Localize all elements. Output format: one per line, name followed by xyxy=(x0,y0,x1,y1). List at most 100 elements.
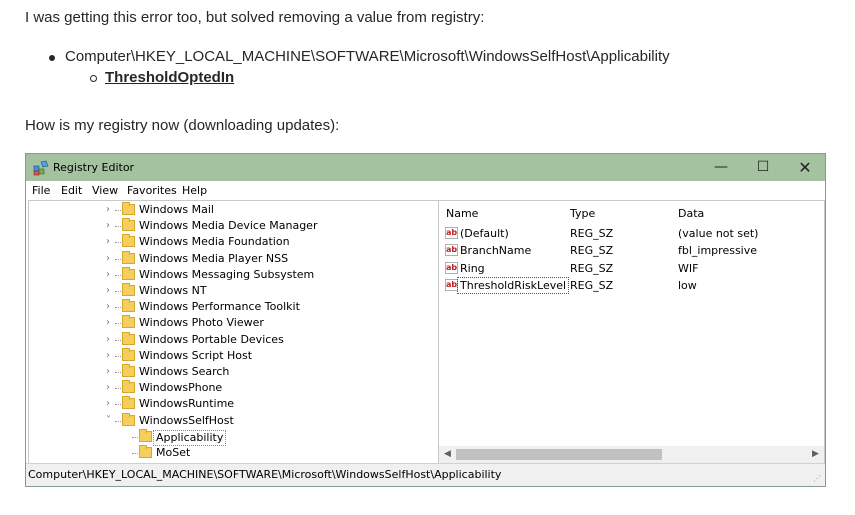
value-data: (value not set) xyxy=(678,227,759,240)
menu-favorites[interactable]: Favorites xyxy=(127,184,177,197)
tree-connector xyxy=(115,420,121,422)
folder-icon xyxy=(122,218,135,232)
bullet-dot-icon xyxy=(49,55,55,61)
value-type: REG_SZ xyxy=(570,227,614,240)
table-row[interactable]: ab (Default) REG_SZ (value not set) xyxy=(443,225,824,242)
tree-connector xyxy=(115,388,121,390)
minimize-icon[interactable]: — xyxy=(701,154,741,181)
tree-item[interactable]: Applicability xyxy=(29,428,442,446)
tree-connector xyxy=(115,404,121,406)
string-value-icon: ab xyxy=(445,227,458,239)
folder-icon xyxy=(122,315,135,329)
tree-item[interactable]: › Windows Portable Devices xyxy=(29,331,442,348)
tree-item-label: Windows Media Player NSS xyxy=(139,251,289,265)
column-header-name[interactable]: Name xyxy=(446,207,478,220)
folder-icon xyxy=(122,283,135,296)
tree-item-label: Windows Performance Toolkit xyxy=(139,300,300,314)
tree-connector xyxy=(115,291,121,292)
folder-icon xyxy=(122,412,135,426)
status-path: Computer\HKEY_LOCAL_MACHINE\SOFTWARE\Mic… xyxy=(28,468,502,481)
tree-connector xyxy=(115,258,121,260)
menu-view[interactable]: View xyxy=(92,184,118,197)
value-list[interactable]: Name Type Data ◀ ▶ ab (Default) REG_SZ (val… xyxy=(438,200,825,464)
tree-item[interactable]: › Windows Photo Viewer xyxy=(29,315,442,331)
column-header-type[interactable]: Type xyxy=(570,207,595,220)
value-type: REG_SZ xyxy=(570,261,614,275)
folder-icon xyxy=(122,234,135,248)
resize-grip-icon[interactable]: ⋰ xyxy=(813,474,823,484)
maximize-icon[interactable]: ☐ xyxy=(743,154,783,181)
tree-item[interactable]: › Windows NT xyxy=(29,283,442,299)
tree-item-label: Applicability xyxy=(153,429,227,446)
tree-item-label: Windows Photo Viewer xyxy=(139,316,264,330)
tree-item-label: Windows Script Host xyxy=(139,348,253,362)
tree-item-label: WindowsRuntime xyxy=(139,397,235,411)
tree-item[interactable]: ˅ WindowsSelfHost xyxy=(29,412,442,429)
tree-item[interactable]: › WindowsPhone xyxy=(29,380,442,396)
tree-item-label: MoSet xyxy=(156,446,191,459)
tree-item[interactable]: › Windows Performance Toolkit xyxy=(29,299,442,315)
tree-connector xyxy=(115,242,121,244)
folder-icon xyxy=(122,396,135,410)
value-type: REG_SZ xyxy=(570,278,614,292)
folder-icon xyxy=(122,331,135,345)
tree-item[interactable]: › Windows Media Foundation xyxy=(29,234,442,250)
tree-item-label: Windows Media Device Manager xyxy=(139,219,318,233)
folder-icon xyxy=(122,266,135,280)
tree-item-label: Windows NT xyxy=(139,284,207,297)
table-row[interactable]: ab BranchName REG_SZ fbl_impressive xyxy=(443,242,824,259)
tree-item[interactable]: › Windows Media Player NSS xyxy=(29,250,442,267)
tree-item[interactable]: › WindowsRuntime xyxy=(29,396,442,412)
registry-editor-icon xyxy=(33,160,49,176)
value-data: fbl_impressive xyxy=(678,244,758,258)
tree-connector xyxy=(115,323,121,325)
tree-connector xyxy=(115,274,121,276)
tree-item[interactable]: › Windows Script Host xyxy=(29,347,442,364)
column-header-data[interactable]: Data xyxy=(678,207,704,220)
close-icon[interactable]: ✕ xyxy=(785,154,825,181)
table-row[interactable]: ab Ring REG_SZ WIF xyxy=(443,260,824,277)
tree-connector xyxy=(132,436,138,438)
folder-icon xyxy=(122,250,135,264)
tree-item[interactable]: MoSet xyxy=(29,445,442,461)
menu-file[interactable]: File xyxy=(32,184,50,197)
value-name: (Default) xyxy=(460,227,509,240)
registry-path-item: Computer\HKEY_LOCAL_MACHINE\SOFTWARE\Mic… xyxy=(65,48,670,65)
tree-connector xyxy=(132,453,138,454)
tree-connector xyxy=(115,210,121,211)
tree-item[interactable]: › Windows Mail xyxy=(29,202,442,218)
scroll-left-icon[interactable]: ◀ xyxy=(439,446,456,463)
tree-item[interactable]: › Windows Media Device Manager xyxy=(29,218,442,234)
table-row[interactable]: ab ThresholdRiskLevel REG_SZ low xyxy=(443,276,824,294)
tree-item[interactable]: › Windows Search xyxy=(29,364,442,380)
folder-icon xyxy=(122,364,135,377)
tree-item-label: WindowsSelfHost xyxy=(139,413,234,427)
tree-item[interactable]: › Windows Messaging Subsystem xyxy=(29,266,442,283)
string-value-icon: ab xyxy=(445,244,458,257)
value-name-item: ThresholdOptedIn xyxy=(105,69,235,86)
tree-connector xyxy=(115,372,121,373)
value-name: Ring xyxy=(460,261,485,275)
scroll-thumb[interactable] xyxy=(456,449,662,460)
bullet-circle-icon xyxy=(90,75,97,82)
tree-connector xyxy=(115,355,121,357)
scroll-right-icon[interactable]: ▶ xyxy=(807,446,824,463)
key-tree[interactable]: ▲ ▼ ›Windows Mail›Windows Media Device M… xyxy=(28,200,460,464)
menu-edit[interactable]: Edit xyxy=(61,184,82,197)
followup-paragraph: How is my registry now (downloading upda… xyxy=(25,117,340,134)
title-bar[interactable]: Registry Editor — ☐ ✕ xyxy=(26,154,825,181)
value-data: WIF xyxy=(678,261,699,275)
status-bar: Computer\HKEY_LOCAL_MACHINE\SOFTWARE\Mic… xyxy=(26,463,825,486)
list-horizontal-scrollbar[interactable]: ◀ ▶ xyxy=(439,446,824,463)
value-name: ThresholdRiskLevel xyxy=(457,276,570,294)
value-type: REG_SZ xyxy=(570,244,614,258)
folder-icon xyxy=(122,299,135,313)
value-data: low xyxy=(678,278,697,292)
registry-editor-screenshot: Registry Editor — ☐ ✕ File Edit View Favori… xyxy=(25,153,826,487)
menu-bar: File Edit View Favorites Help xyxy=(26,181,825,200)
folder-icon xyxy=(122,347,135,361)
folder-icon xyxy=(122,202,135,215)
string-value-icon: ab xyxy=(445,261,458,274)
folder-icon xyxy=(139,445,152,458)
menu-help[interactable]: Help xyxy=(182,184,207,197)
